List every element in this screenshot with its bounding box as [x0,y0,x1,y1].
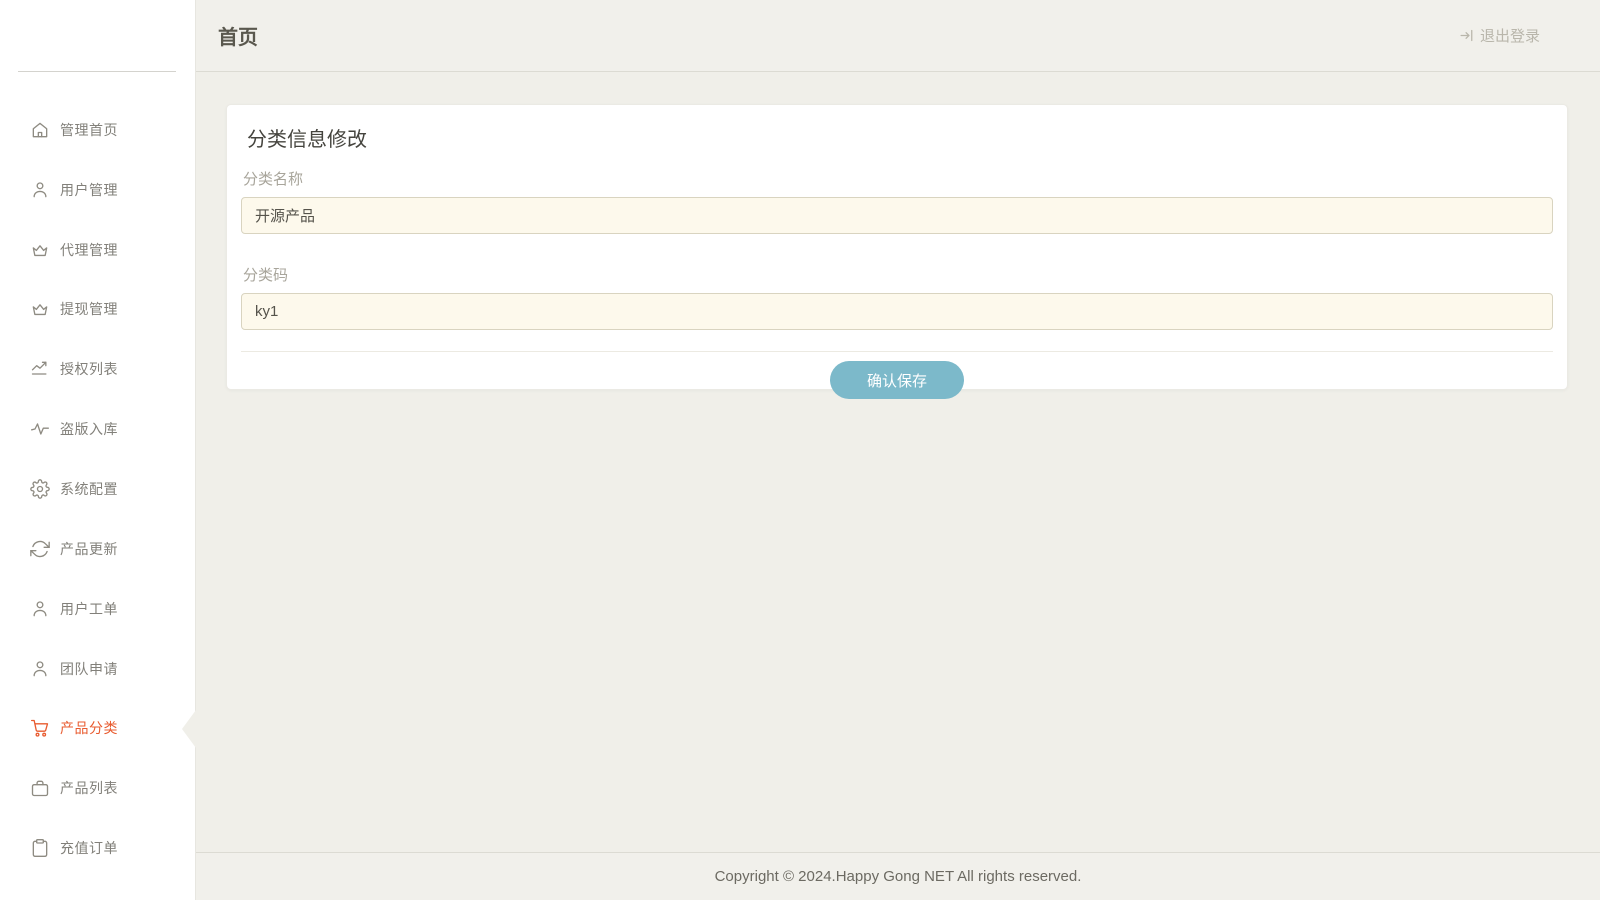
user-icon [30,659,50,679]
logout-label: 退出登录 [1479,28,1540,45]
sidebar-divider [18,71,176,72]
sidebar-item-piracy-intake[interactable]: 盗版入库 [0,399,195,459]
sidebar-item-label: 充值订单 [60,840,118,857]
sidebar-item-label: 系统配置 [60,480,118,497]
category-name-label: 分类名称 [243,171,304,188]
user-icon [30,180,50,200]
sidebar-item-system-config[interactable]: 系统配置 [0,459,195,519]
category-edit-card: 分类信息修改 分类名称 分类码 确认保存 [226,104,1568,399]
sidebar-nav: 管理首页 用户管理 代理管理 提现管理 授权列表 盗版入库 系统配置 产品更新 … [0,100,195,878]
sidebar-item-label: 产品列表 [60,780,118,797]
trending-up-icon [30,359,50,379]
category-name-input[interactable] [241,197,1553,234]
sidebar-item-product-update[interactable]: 产品更新 [0,519,195,579]
topbar: 首页 退出登录 [196,0,1600,72]
confirm-save-button[interactable]: 确认保存 [830,361,964,399]
copyright-text: Copyright © 2024.Happy Gong NET All righ… [714,868,1082,885]
home-icon [30,120,50,140]
content-area: 分类信息修改 分类名称 分类码 确认保存 [196,72,1600,852]
crown-icon [30,299,50,319]
sidebar-item-label: 代理管理 [60,241,118,258]
field-category-name: 分类名称 [241,168,1553,234]
button-row: 确认保存 [241,351,1553,399]
sidebar-item-label: 团队申请 [60,660,118,677]
sidebar-item-product-list[interactable]: 产品列表 [0,758,195,818]
briefcase-icon [30,778,50,798]
logout-button[interactable]: 退出登录 [1459,25,1540,46]
activity-icon [30,419,50,439]
gear-icon [30,479,50,499]
card-title: 分类信息修改 [247,129,367,151]
category-code-input[interactable] [241,293,1553,330]
clipboard-icon [30,838,50,858]
sidebar-item-label: 用户管理 [60,181,118,198]
sidebar-item-label: 提现管理 [60,301,118,318]
sidebar-item-recharge-orders[interactable]: 充值订单 [0,818,195,878]
user-icon [30,599,50,619]
sidebar-item-user-management[interactable]: 用户管理 [0,160,195,220]
sidebar-item-admin-home[interactable]: 管理首页 [0,100,195,160]
sidebar-item-label: 产品分类 [60,720,118,737]
sidebar-item-label: 用户工单 [60,600,118,617]
sidebar-item-label: 产品更新 [60,540,118,557]
sidebar: 管理首页 用户管理 代理管理 提现管理 授权列表 盗版入库 系统配置 产品更新 … [0,0,196,900]
sidebar-item-authorization-list[interactable]: 授权列表 [0,339,195,399]
field-category-code: 分类码 [241,264,1553,330]
sidebar-item-label: 授权列表 [60,361,118,378]
logout-icon [1460,29,1473,42]
crown-icon [30,240,50,260]
main-area: 首页 退出登录 分类信息修改 分类名称 分类码 确认保存 Copyright ©… [196,0,1600,900]
sidebar-item-team-application[interactable]: 团队申请 [0,639,195,699]
sidebar-item-label: 盗版入库 [60,421,118,438]
footer: Copyright © 2024.Happy Gong NET All righ… [196,852,1600,900]
category-code-label: 分类码 [243,267,289,284]
cart-icon [30,718,50,738]
sidebar-item-label: 管理首页 [60,121,118,138]
active-item-notch [182,710,196,748]
sidebar-item-product-category[interactable]: 产品分类 [0,698,195,758]
refresh-icon [30,539,50,559]
page-title: 首页 [218,27,258,49]
sidebar-item-agent-management[interactable]: 代理管理 [0,220,195,280]
sidebar-item-withdrawal-management[interactable]: 提现管理 [0,280,195,340]
sidebar-item-user-tickets[interactable]: 用户工单 [0,579,195,639]
